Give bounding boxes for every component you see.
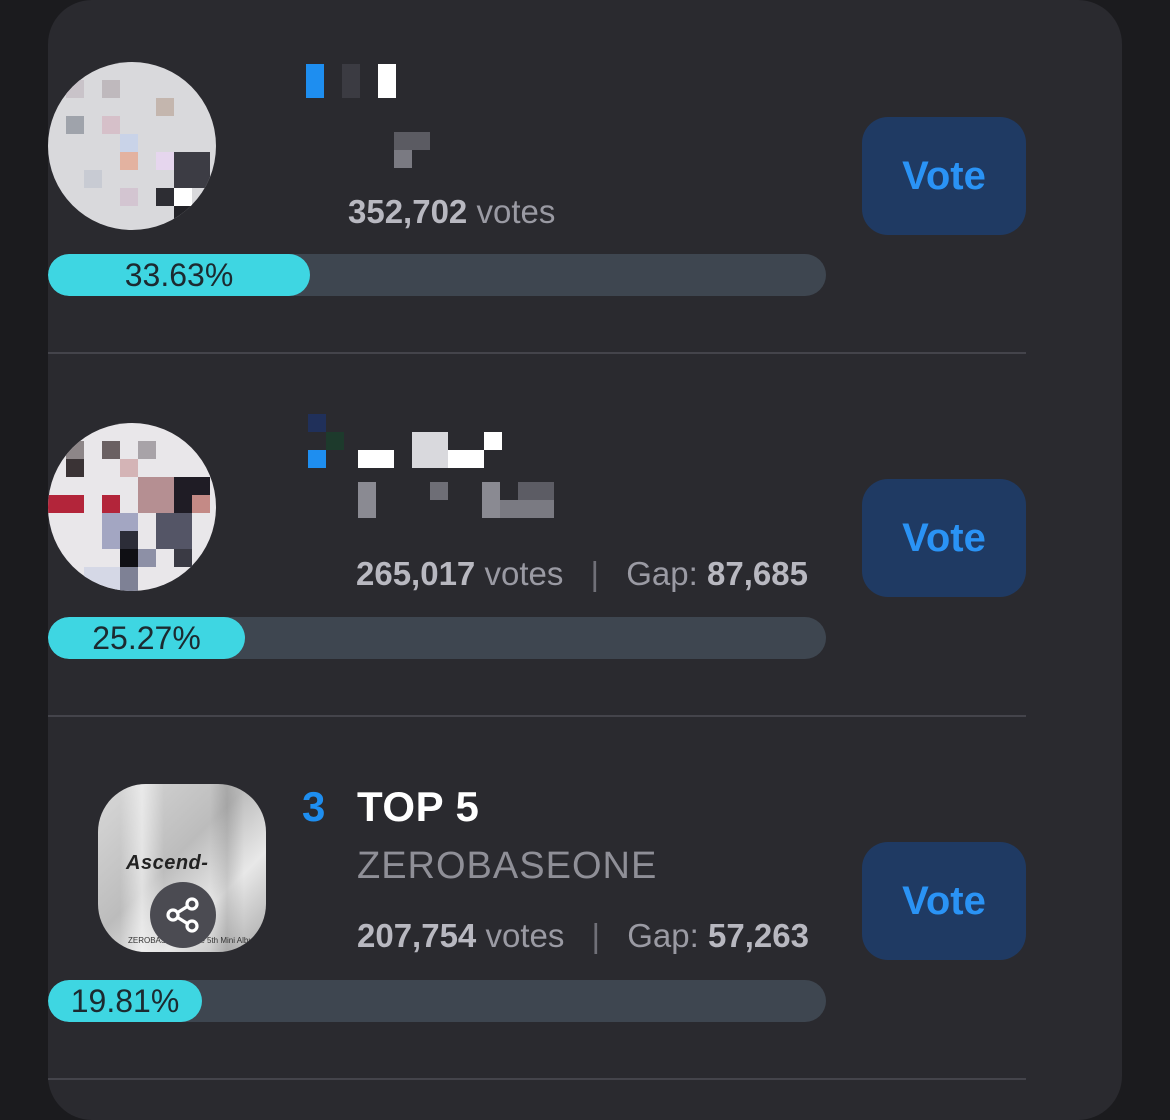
artist-redaction <box>358 482 376 518</box>
vote-count: 352,702 <box>348 193 468 230</box>
blurred-artist <box>358 132 430 168</box>
votes-unit: votes <box>485 917 565 954</box>
vote-progress-bar: 33.63% <box>48 254 826 296</box>
vote-count: 265,017 <box>356 555 476 592</box>
album-cover-text: Ascend- <box>126 852 209 874</box>
vote-button[interactable]: Vote <box>862 842 1026 960</box>
gap-value: 87,685 <box>706 555 808 592</box>
vote-progress-bar: 19.81% <box>48 980 826 1022</box>
vote-button[interactable]: Vote <box>862 479 1026 597</box>
artist-redaction <box>430 482 448 500</box>
title-redaction <box>378 64 396 98</box>
vote-stats: 265,017 votes | Gap: 87,685 <box>356 555 808 593</box>
vote-button[interactable]: Vote <box>862 117 1026 235</box>
vote-stats: 352,702 votes <box>348 193 555 231</box>
gap-label: Gap: <box>627 917 699 954</box>
artist-redaction <box>482 482 500 518</box>
share-icon <box>166 897 199 933</box>
blurred-title <box>290 414 502 468</box>
gap-label: Gap: <box>626 555 698 592</box>
rank-number: 3 <box>302 783 326 830</box>
rank-redaction <box>308 450 326 468</box>
votes-unit: votes <box>476 193 556 230</box>
artist-redaction <box>394 150 412 168</box>
artist-name: ZEROBASEONE <box>357 845 658 887</box>
song-title: TOP 5 <box>357 783 480 830</box>
album-sheen <box>210 784 244 952</box>
title-redaction <box>358 450 394 468</box>
rank-redaction <box>306 64 324 98</box>
title-redaction <box>412 432 448 468</box>
vote-progress-bar: 25.27% <box>48 617 826 659</box>
pixelated-avatar <box>48 62 216 230</box>
title-redaction <box>484 432 502 450</box>
title-redaction <box>342 64 360 98</box>
percent-label: 25.27% <box>92 620 201 656</box>
entry-divider <box>48 1078 1026 1080</box>
stats-separator: | <box>590 555 600 592</box>
title-redaction <box>326 432 344 450</box>
share-button[interactable] <box>150 882 216 948</box>
artist-avatar-2[interactable] <box>48 423 216 591</box>
percent-label: 19.81% <box>70 983 180 1019</box>
entry-divider <box>48 715 1026 717</box>
rank-redaction <box>308 414 326 432</box>
title-redaction <box>448 450 484 468</box>
gap-value: 57,263 <box>707 917 809 954</box>
vote-count: 207,754 <box>357 917 477 954</box>
artist-redaction <box>394 132 430 150</box>
percent-label: 33.63% <box>124 257 234 293</box>
entry-divider <box>48 352 1026 354</box>
blurred-title <box>306 64 396 98</box>
pixelated-avatar <box>48 423 216 591</box>
stats-separator: | <box>591 917 601 954</box>
votes-unit: votes <box>484 555 564 592</box>
artist-redaction <box>518 482 554 500</box>
artist-redaction <box>500 500 554 518</box>
blurred-artist <box>358 482 554 518</box>
artist-avatar-1[interactable] <box>48 62 216 230</box>
vote-stats: 207,754 votes | Gap: 57,263 <box>357 917 809 955</box>
